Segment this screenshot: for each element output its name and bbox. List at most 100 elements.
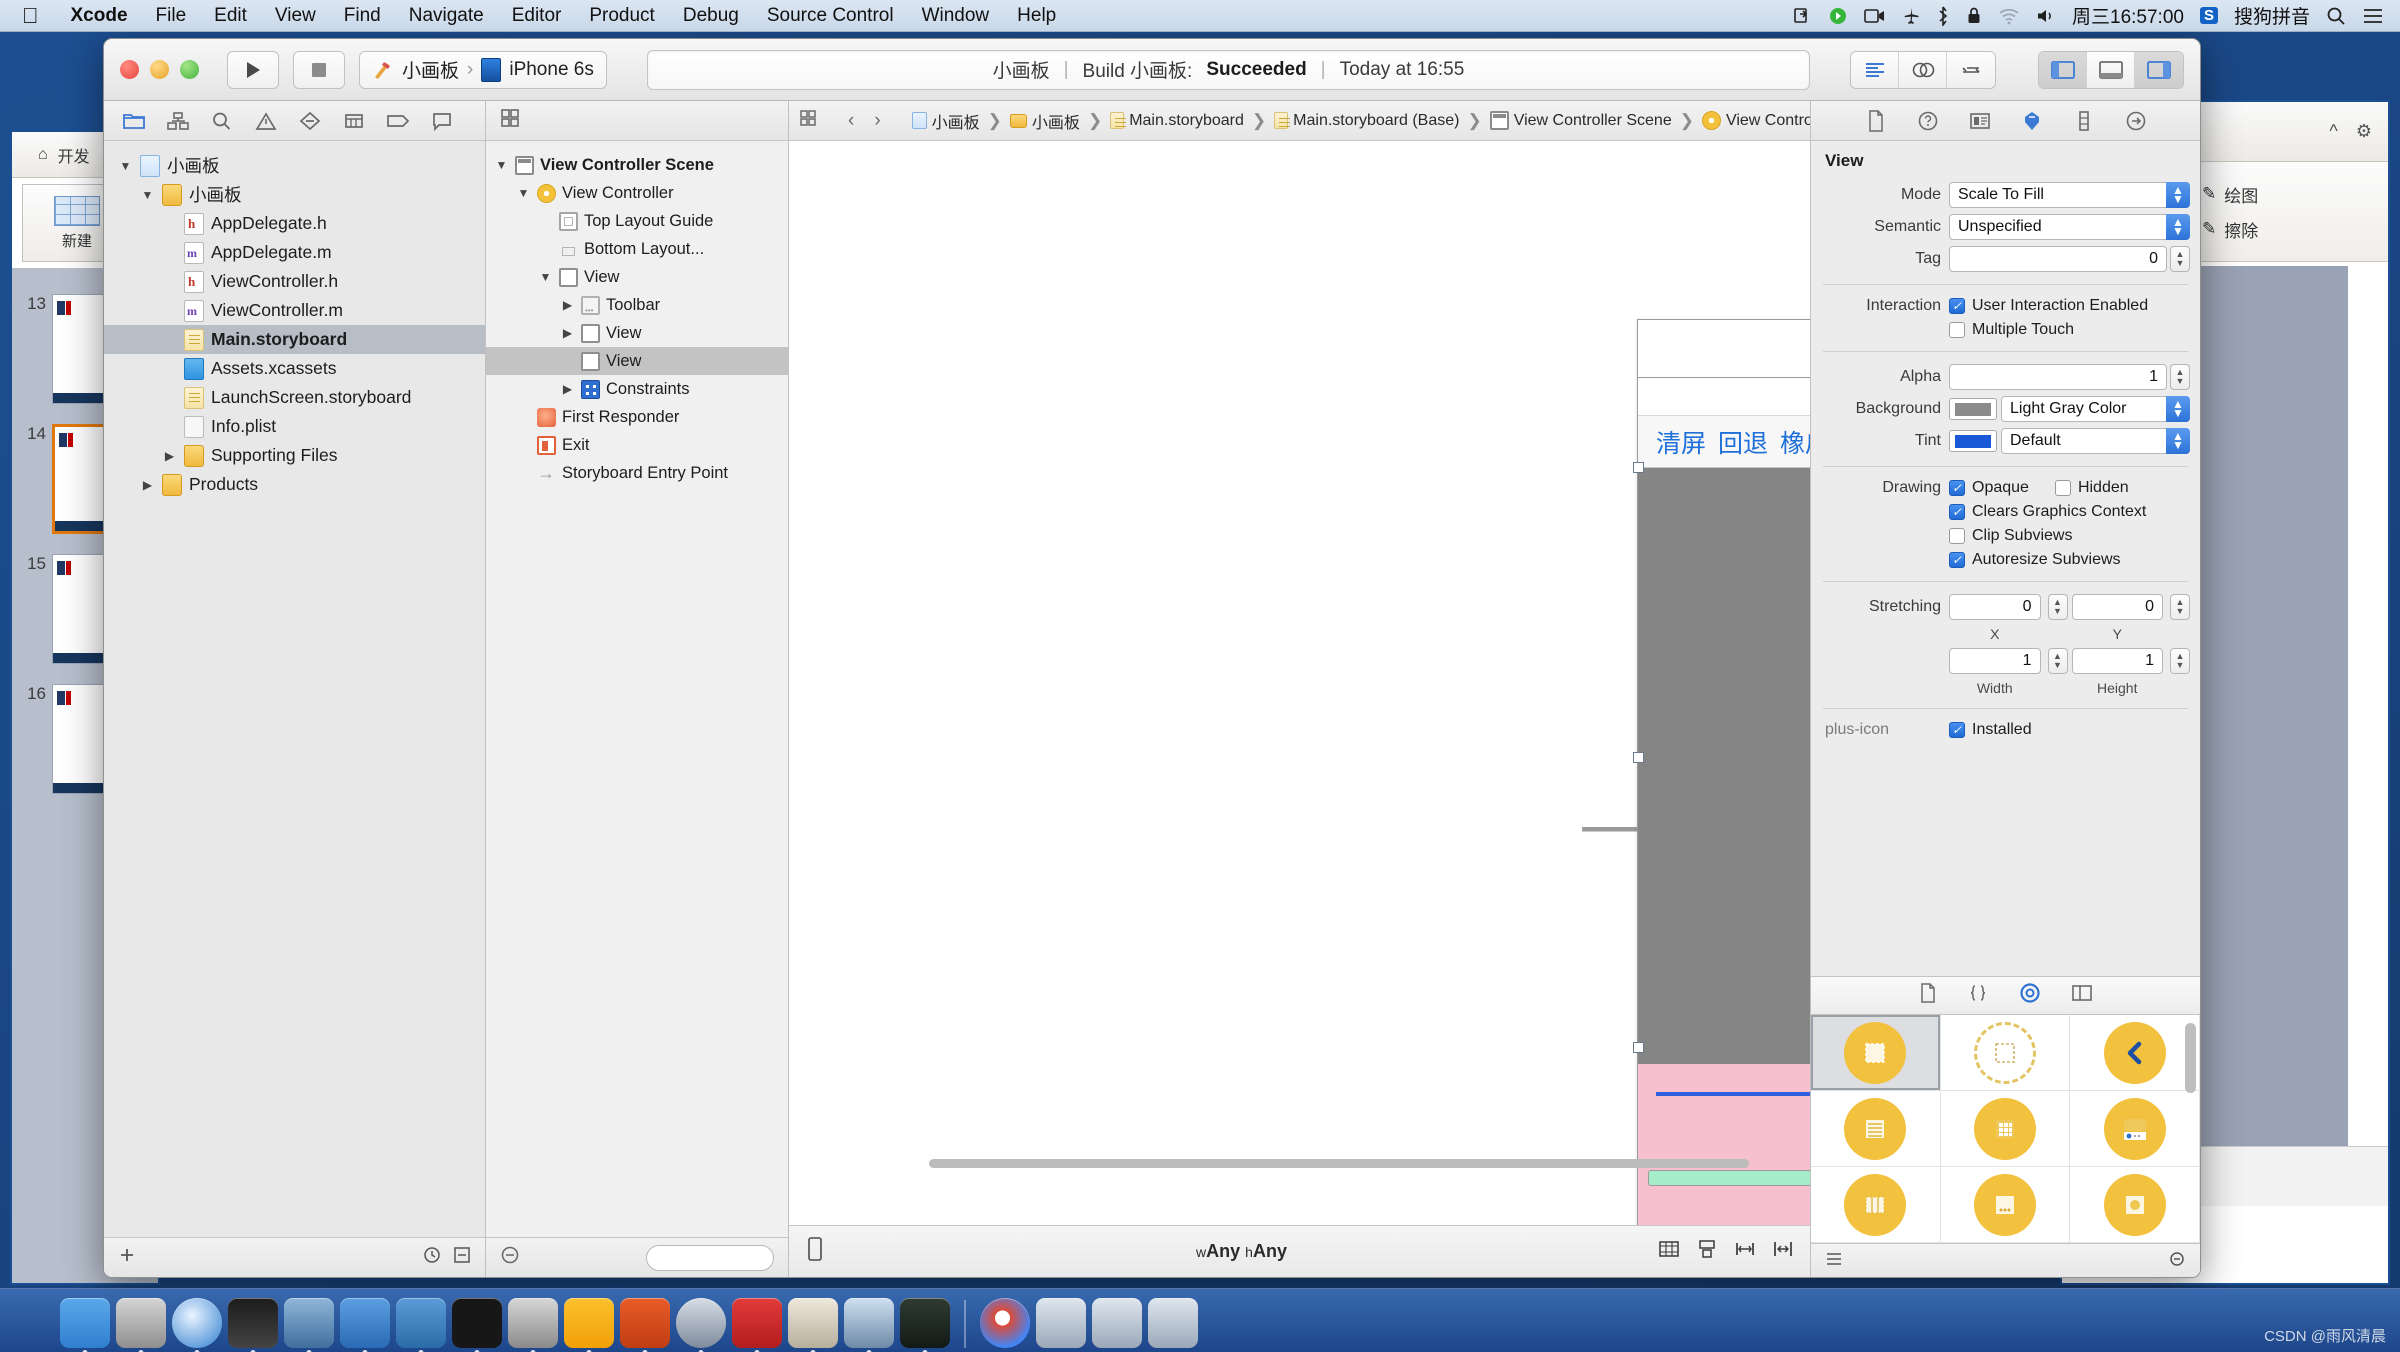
background-row[interactable]: Background Light Gray Color ▲ ▼ (1811, 393, 2200, 425)
outline-row[interactable]: ▶ Toolbar (486, 291, 788, 319)
wifi-icon[interactable] (1998, 7, 2020, 25)
tag-input[interactable]: 0 (1949, 246, 2167, 272)
simulator-icon[interactable] (900, 1298, 950, 1348)
gear-icon[interactable]: ⚙ (2356, 121, 2372, 142)
file-inspector-icon[interactable] (1863, 108, 1889, 134)
library-item-view-placeholder[interactable] (1940, 1015, 2071, 1091)
outline-filter-field[interactable] (646, 1244, 774, 1271)
toolbar-button-undo[interactable]: 回退 (1718, 424, 1768, 460)
issue-navigator-icon[interactable] (244, 101, 288, 141)
play-badge-icon[interactable] (1828, 6, 1848, 26)
chevron-up-icon[interactable]: ^ (2329, 121, 2337, 142)
connections-inspector-icon[interactable] (2123, 108, 2149, 134)
scheme-selector[interactable]: 小画板 › iPhone 6s (359, 50, 607, 89)
library-filter-field[interactable] (2168, 1251, 2186, 1271)
library-tab-bar[interactable] (1811, 977, 2200, 1015)
tag-row[interactable]: Tag 0 ▲ ▼ (1811, 243, 2200, 275)
file-tree-row[interactable]: AppDelegate.m (104, 238, 485, 267)
library-scrollbar[interactable] (2185, 1023, 2196, 1093)
utilities-toggle-icon[interactable] (2135, 51, 2183, 88)
report-navigator-icon[interactable] (420, 101, 464, 141)
menu-item-source-control[interactable]: Source Control (753, 5, 908, 27)
bg-right-draw-row[interactable]: ✎ 绘图 (2202, 182, 2388, 207)
screen-share-icon[interactable] (1792, 6, 1812, 26)
library-item-image-view[interactable] (2070, 1167, 2200, 1243)
video-camera-icon[interactable] (1864, 7, 1886, 25)
media-library-icon[interactable] (2071, 983, 2093, 1008)
installed-checkbox[interactable]: ✓ (1949, 722, 1965, 738)
breadcrumb-item-scene[interactable]: View Controller Scene (1489, 111, 1672, 130)
breadcrumb-item-storyboard[interactable]: Main.storyboard (1110, 112, 1244, 130)
volume-icon[interactable] (2036, 7, 2056, 25)
menu-item-view[interactable]: View (261, 5, 330, 27)
file-tree-row[interactable]: LaunchScreen.storyboard (104, 383, 485, 412)
document-outline-pane[interactable]: ▼ View Controller Scene ▼ View Controller To… (486, 101, 789, 1277)
stretching-x-stepper[interactable]: ▲ ▼ (2047, 594, 2068, 620)
breadcrumb[interactable]: ‹ › 小画板 ❯ 小画板 ❯ Main.storyboard ❯ Main.s… (789, 101, 1810, 141)
xcode-icon[interactable] (340, 1298, 390, 1348)
outline-row[interactable]: Exit (486, 431, 788, 459)
debug-navigator-icon[interactable] (332, 101, 376, 141)
library-item-split-view[interactable] (1811, 1167, 1941, 1243)
menubar-clock[interactable]: 周三16:57:00 (2072, 2, 2184, 29)
library-pane[interactable] (1811, 977, 2200, 1277)
outline-row[interactable]: ▼ View Controller (486, 179, 788, 207)
stretching-y-stepper[interactable]: ▲ ▼ (2170, 594, 2190, 620)
outline-row[interactable]: ▶ Constraints (486, 375, 788, 403)
chevron-down-icon[interactable]: ▼ (538, 270, 553, 284)
navigator-toggle-icon[interactable] (2039, 51, 2087, 88)
outline-row[interactable]: View (486, 347, 788, 375)
file-tree-row[interactable]: ViewController.h (104, 267, 485, 296)
breadcrumb-item-project[interactable]: 小画板 (911, 109, 980, 133)
apple-icon[interactable]:  (0, 4, 57, 27)
finder-icon[interactable] (60, 1298, 110, 1348)
ime-label[interactable]: 搜狗拼音 (2234, 2, 2310, 29)
file-tree-row[interactable]: ▶ Products (104, 470, 485, 499)
view-toggle-segment[interactable] (2038, 50, 2184, 89)
chevron-right-icon[interactable]: ▶ (162, 449, 177, 463)
editor-area[interactable]: ‹ › 小画板 ❯ 小画板 ❯ Main.storyboard ❯ Main.s… (789, 101, 1810, 1277)
stop-button[interactable] (293, 50, 345, 89)
window-1-icon[interactable] (1036, 1298, 1086, 1348)
mouse-icon[interactable] (228, 1298, 278, 1348)
sketch-icon[interactable] (564, 1298, 614, 1348)
outline-row[interactable]: Bottom Layout... (486, 235, 788, 263)
file-tree-row[interactable]: ▼ 小画板 (104, 151, 485, 180)
chrome-icon[interactable] (980, 1298, 1030, 1348)
lock-icon[interactable] (1966, 6, 1982, 26)
tint-color-swatch[interactable] (1949, 430, 1997, 452)
breakpoint-navigator-icon[interactable] (376, 101, 420, 141)
mode-row[interactable]: Mode Scale To Fill ▲ ▼ (1811, 179, 2200, 211)
opaque-checkbox[interactable]: ✓ (1949, 480, 1965, 496)
photos-icon[interactable] (284, 1298, 334, 1348)
related-items-icon[interactable] (799, 109, 817, 132)
terminal-icon[interactable] (452, 1298, 502, 1348)
storyboard-canvas[interactable]: ⟶ 清屏 回退 橡皮 ← (789, 141, 1810, 1225)
chevron-down-icon[interactable]: ▼ (118, 159, 133, 173)
selection-handle-tl[interactable] (1633, 462, 1644, 473)
chevron-right-icon[interactable]: ▶ (560, 382, 575, 396)
xcode-window[interactable]: 小画板 › iPhone 6s 小画板 | Build 小画板: Succeed… (103, 38, 2201, 1278)
library-item-collection-view[interactable] (1940, 1091, 2071, 1167)
view-controller-scene-canvas[interactable]: 清屏 回退 橡皮 ← → 保存 (1633, 319, 1810, 1225)
bg-right-erase-row[interactable]: ✎ 擦除 (2202, 217, 2388, 242)
chevron-right-icon[interactable]: ▶ (140, 478, 155, 492)
outline-row[interactable]: ▼ View Controller Scene (486, 151, 788, 179)
clears-graphics-row[interactable]: ✓ Clears Graphics Context (1811, 500, 2200, 524)
source-control-filter-icon[interactable] (453, 1246, 471, 1269)
chevron-down-icon[interactable]: ▼ (494, 158, 509, 172)
selection-handle-ml[interactable] (1633, 752, 1644, 763)
file-template-library-icon[interactable] (1919, 983, 1937, 1008)
code-snippet-library-icon[interactable] (1967, 983, 1989, 1008)
inspector-tab-bar[interactable] (1811, 101, 2200, 141)
navigator-tab-bar[interactable] (104, 101, 485, 141)
installed-row[interactable]: plus-icon ✓ Installed (1811, 718, 2200, 742)
bluetooth-icon[interactable] (1936, 6, 1950, 26)
file-tree-row[interactable]: ▶ Supporting Files (104, 441, 485, 470)
menu-item-window[interactable]: Window (908, 5, 1004, 27)
outline-grid-icon[interactable] (500, 108, 520, 133)
library-item-back-button[interactable] (2070, 1015, 2200, 1091)
identity-inspector-icon[interactable] (1967, 108, 1993, 134)
mode-select[interactable]: Scale To Fill ▲ ▼ (1949, 182, 2190, 208)
project-file-tree[interactable]: ▼ 小画板 ▼ 小画板 AppDelegate.h AppDelegate.m ViewCo… (104, 141, 485, 1237)
